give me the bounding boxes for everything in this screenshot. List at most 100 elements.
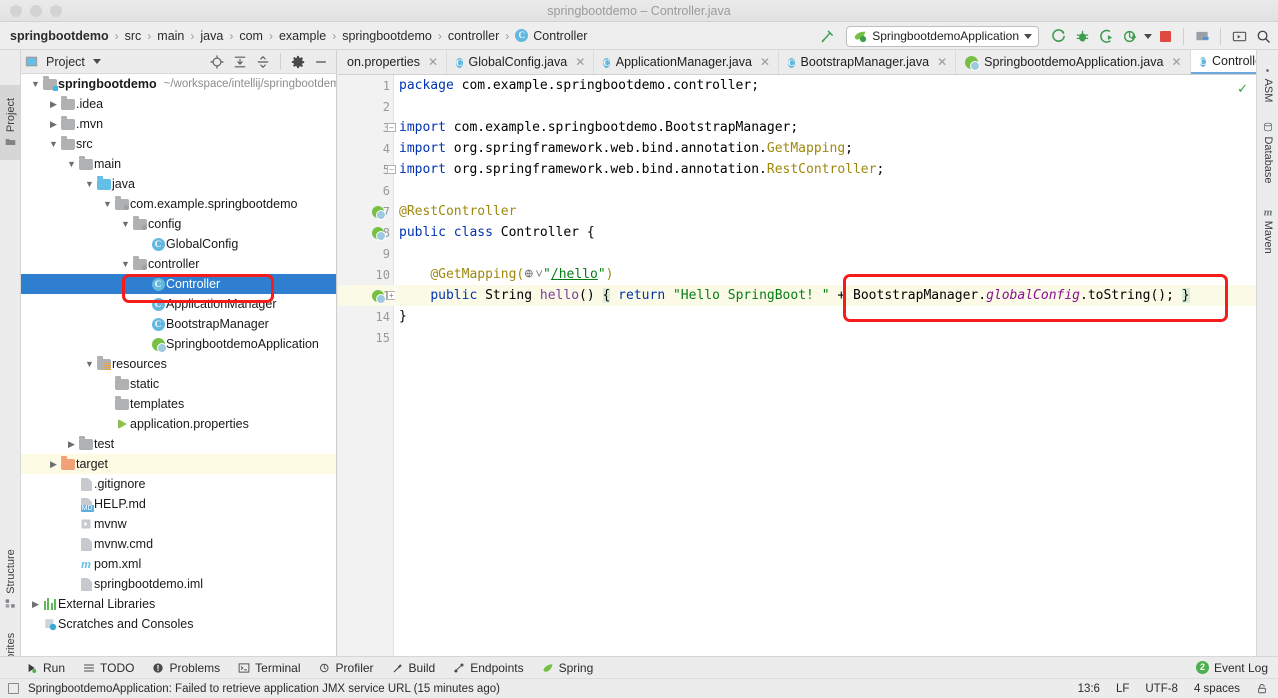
tree-item-springbootdemoapplication[interactable]: SpringbootdemoApplication bbox=[21, 334, 336, 354]
indent-setting[interactable]: 4 spaces bbox=[1194, 683, 1240, 695]
tree-item-main[interactable]: ▼ main bbox=[21, 154, 336, 174]
sidebar-item-project[interactable]: Project bbox=[0, 85, 21, 160]
code-line-3[interactable]: import com.example.springbootdemo.Bootst… bbox=[395, 117, 1256, 138]
hide-window-icon[interactable] bbox=[1228, 25, 1250, 47]
tool-window-build[interactable]: Build bbox=[392, 661, 435, 675]
code-line-15[interactable] bbox=[395, 327, 1256, 348]
tool-window-problems[interactable]: Problems bbox=[152, 661, 220, 675]
gutter-spring-run-icon[interactable] bbox=[372, 285, 386, 306]
project-chevron-down-icon[interactable] bbox=[92, 59, 101, 64]
chevron-right-icon[interactable]: ▶ bbox=[65, 439, 78, 450]
breadcrumb-item-controller[interactable]: C Controller bbox=[515, 29, 587, 43]
code-line-4[interactable]: import org.springframework.web.bind.anno… bbox=[395, 138, 1256, 159]
sidebar-item-asm[interactable]: ASM bbox=[1257, 58, 1278, 110]
project-structure-icon[interactable] bbox=[1191, 25, 1213, 47]
tree-item-com.example.springbootdemo[interactable]: ▼ com.example.springbootdemo bbox=[21, 194, 336, 214]
tool-window-bar[interactable]: Run TODO Problems Terminal Profiler Build Endp… bbox=[0, 656, 1278, 678]
tool-window-profiler[interactable]: Profiler bbox=[319, 661, 374, 675]
code-line-1[interactable]: package com.example.springbootdemo.contr… bbox=[395, 75, 1256, 96]
sidebar-item-database[interactable]: Database bbox=[1257, 112, 1278, 194]
chevron-right-icon[interactable]: ▶ bbox=[47, 99, 60, 110]
code-line-9[interactable] bbox=[395, 243, 1256, 264]
tree-item-external-libraries[interactable]: ▶ External Libraries bbox=[21, 594, 336, 614]
editor-tab-on.properties[interactable]: on.properties ✕ bbox=[338, 50, 448, 74]
tree-item-springbootdemo.iml[interactable]: springbootdemo.iml bbox=[21, 574, 336, 594]
editor-tab-bootstrapmanager.java[interactable]: C BootstrapManager.java ✕ bbox=[779, 50, 957, 74]
code-line-7[interactable]: @RestController bbox=[395, 201, 1256, 222]
code-line-6[interactable] bbox=[395, 180, 1256, 201]
run-configuration-selector[interactable]: SpringbootdemoApplication bbox=[846, 25, 1039, 47]
chevron-down-icon[interactable]: ▼ bbox=[47, 139, 60, 149]
tree-item-controller[interactable]: C Controller bbox=[21, 274, 336, 294]
chevron-right-icon[interactable]: ▶ bbox=[47, 119, 60, 130]
globe-mapping-icon[interactable]: ˅ bbox=[524, 267, 543, 282]
tree-item-.gitignore[interactable]: .gitignore bbox=[21, 474, 336, 494]
code-line-5[interactable]: import org.springframework.web.bind.anno… bbox=[395, 159, 1256, 180]
build-hammer-icon[interactable] bbox=[816, 25, 838, 47]
editor-tab-globalconfig.java[interactable]: C GlobalConfig.java ✕ bbox=[447, 50, 595, 74]
project-tree[interactable]: ▼ springbootdemo ~/workspace/intellij/spri… bbox=[21, 74, 336, 656]
sidebar-item-structure[interactable]: Structure bbox=[0, 538, 21, 620]
gutter-spring-check-icon[interactable] bbox=[372, 201, 386, 222]
gutter-spring-icon[interactable] bbox=[372, 222, 386, 243]
code-editor[interactable]: 123–45–67891011+1415 package com.example… bbox=[338, 75, 1256, 656]
editor-tabs[interactable]: on.properties ✕ C GlobalConfig.java ✕ C Applic… bbox=[338, 50, 1256, 75]
breadcrumb-item-src[interactable]: src bbox=[125, 29, 142, 43]
close-icon[interactable]: ✕ bbox=[760, 55, 770, 69]
breadcrumb-item-com[interactable]: com bbox=[239, 29, 263, 43]
expand-all-icon[interactable] bbox=[233, 55, 247, 69]
tree-item-target[interactable]: ▶ target bbox=[21, 454, 336, 474]
tool-window-run[interactable]: Run bbox=[26, 661, 65, 675]
tree-item-pom.xml[interactable]: m pom.xml bbox=[21, 554, 336, 574]
tree-item-application.properties[interactable]: application.properties bbox=[21, 414, 336, 434]
tool-window-terminal[interactable]: Terminal bbox=[238, 661, 301, 675]
tree-item-controller[interactable]: ▼ controller bbox=[21, 254, 336, 274]
hide-icon[interactable] bbox=[314, 55, 328, 69]
editor-gutter[interactable]: 123–45–67891011+1415 bbox=[338, 75, 396, 656]
tool-window-todo[interactable]: TODO bbox=[83, 661, 134, 675]
editor-tab-controller.java[interactable]: CController.java✕ bbox=[1190, 50, 1256, 74]
breadcrumb-item-springbootdemo[interactable]: springbootdemo bbox=[10, 29, 109, 43]
settings-gear-icon[interactable] bbox=[291, 55, 305, 69]
tree-item-.idea[interactable]: ▶ .idea bbox=[21, 94, 336, 114]
breadcrumb-item-main[interactable]: main bbox=[157, 29, 184, 43]
tree-item-mvnw.cmd[interactable]: mvnw.cmd bbox=[21, 534, 336, 554]
breadcrumb-item-java[interactable]: java bbox=[200, 29, 223, 43]
chevron-down-icon[interactable] bbox=[1024, 33, 1032, 39]
debug-button[interactable] bbox=[1071, 25, 1093, 47]
status-notification-icon[interactable] bbox=[8, 683, 19, 694]
chevron-right-icon[interactable]: ▶ bbox=[29, 599, 42, 610]
chevron-down-icon[interactable]: ▼ bbox=[101, 199, 114, 209]
collapse-all-icon[interactable] bbox=[256, 55, 270, 69]
code-line-2[interactable] bbox=[395, 96, 1256, 117]
close-icon[interactable]: ✕ bbox=[937, 55, 947, 69]
search-icon[interactable] bbox=[1252, 25, 1274, 47]
chevron-down-icon[interactable]: ▼ bbox=[119, 219, 132, 229]
run-button[interactable] bbox=[1047, 25, 1069, 47]
encoding[interactable]: UTF-8 bbox=[1145, 683, 1178, 695]
tree-item-springbootdemo[interactable]: ▼ springbootdemo ~/workspace/intellij/spri… bbox=[21, 74, 336, 94]
tree-item-templates[interactable]: templates bbox=[21, 394, 336, 414]
run-with-coverage-button[interactable] bbox=[1095, 25, 1117, 47]
line-separator[interactable]: LF bbox=[1116, 683, 1129, 695]
chevron-down-icon[interactable]: ▼ bbox=[119, 259, 132, 269]
locate-icon[interactable] bbox=[210, 54, 224, 69]
lock-icon[interactable] bbox=[1256, 683, 1268, 695]
tree-item-src[interactable]: ▼ src bbox=[21, 134, 336, 154]
code-line-11[interactable]: public String hello() { return "Hello Sp… bbox=[395, 285, 1256, 306]
code-line-10[interactable]: @GetMapping(˅"/hello") bbox=[395, 264, 1256, 285]
close-icon[interactable]: ✕ bbox=[575, 55, 585, 69]
code-content[interactable]: package com.example.springbootdemo.contr… bbox=[395, 75, 1256, 656]
caret-position[interactable]: 13:6 bbox=[1078, 683, 1100, 695]
tree-item-.mvn[interactable]: ▶ .mvn bbox=[21, 114, 336, 134]
tree-item-config[interactable]: ▼ config bbox=[21, 214, 336, 234]
tree-item-test[interactable]: ▶ test bbox=[21, 434, 336, 454]
chevron-down-icon[interactable]: ▼ bbox=[83, 179, 96, 189]
chevron-down-icon[interactable]: ▼ bbox=[29, 79, 42, 89]
close-icon[interactable]: ✕ bbox=[428, 55, 438, 69]
tool-window-endpoints[interactable]: Endpoints bbox=[453, 661, 524, 675]
tree-item-globalconfig[interactable]: C GlobalConfig bbox=[21, 234, 336, 254]
tool-window-spring[interactable]: Spring bbox=[542, 661, 593, 675]
chevron-right-icon[interactable]: ▶ bbox=[47, 459, 60, 470]
stop-button[interactable] bbox=[1154, 25, 1176, 47]
